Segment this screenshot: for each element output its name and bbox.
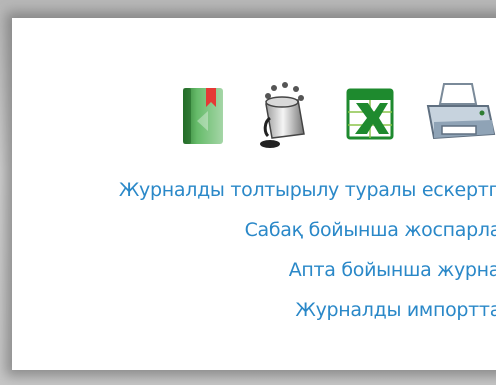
green-journal-book-icon[interactable] xyxy=(180,85,226,147)
import-journal-link[interactable]: Журналды импорттау xyxy=(28,301,496,320)
paint-bucket-icon[interactable] xyxy=(254,80,310,152)
lesson-planning-link[interactable]: Сабақ бойынша жоспарлау xyxy=(28,221,496,240)
journal-links-list: Журналды толтырылу туралы ескертпе Сабақ… xyxy=(28,181,496,341)
toolbar xyxy=(12,80,496,160)
journal-panel: Журналды толтырылу туралы ескертпе Сабақ… xyxy=(12,18,496,370)
journal-fill-notice-link[interactable]: Журналды толтырылу туралы ескертпе xyxy=(28,181,496,200)
printer-icon[interactable] xyxy=(426,82,496,148)
weekly-journal-link[interactable]: Апта бойынша журнал xyxy=(28,261,496,280)
excel-export-icon[interactable] xyxy=(346,88,394,140)
